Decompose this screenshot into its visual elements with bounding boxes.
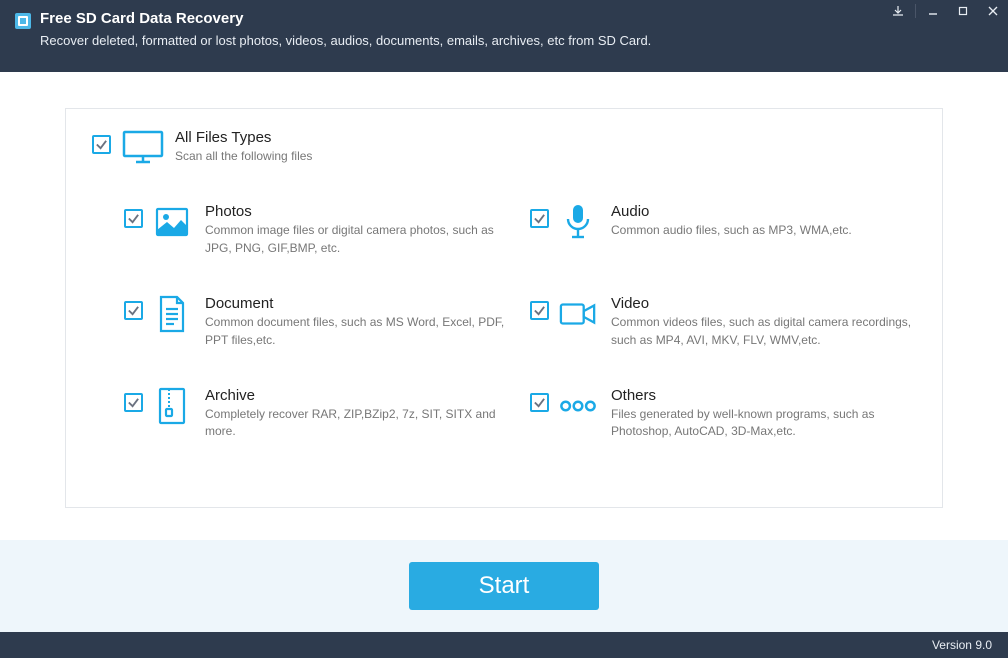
archive-item: Archive Completely recover RAR, ZIP,BZip…: [124, 387, 510, 441]
document-icon: [153, 295, 191, 333]
bottom-bar: Version 9.0: [0, 632, 1008, 658]
file-types-grid: Photos Common image files or digital cam…: [92, 203, 916, 440]
app-subtitle: Recover deleted, formatted or lost photo…: [40, 33, 988, 48]
photos-title: Photos: [205, 203, 510, 220]
audio-checkbox[interactable]: [530, 209, 549, 228]
all-files-row: All Files Types Scan all the following f…: [92, 129, 916, 165]
archive-title: Archive: [205, 387, 510, 404]
titlebar: Free SD Card Data Recovery Recover delet…: [0, 0, 1008, 72]
video-title: Video: [611, 295, 916, 312]
microphone-icon: [559, 203, 597, 241]
separator: [915, 4, 916, 18]
video-icon: [559, 295, 597, 333]
content-area: All Files Types Scan all the following f…: [0, 72, 1008, 540]
others-checkbox[interactable]: [530, 393, 549, 412]
video-checkbox[interactable]: [530, 301, 549, 320]
archive-desc: Completely recover RAR, ZIP,BZip2, 7z, S…: [205, 406, 510, 441]
others-desc: Files generated by well-known programs, …: [611, 406, 916, 441]
all-files-desc: Scan all the following files: [175, 148, 916, 165]
others-item: Others Files generated by well-known pro…: [530, 387, 916, 441]
photos-desc: Common image files or digital camera pho…: [205, 222, 510, 257]
document-desc: Common document files, such as MS Word, …: [205, 314, 510, 349]
audio-desc: Common audio files, such as MP3, WMA,etc…: [611, 222, 916, 239]
maximize-button[interactable]: [948, 0, 978, 22]
all-files-checkbox[interactable]: [92, 135, 111, 154]
window-controls: [883, 0, 1008, 22]
app-icon: [14, 12, 32, 30]
audio-item: Audio Common audio files, such as MP3, W…: [530, 203, 916, 257]
photos-item: Photos Common image files or digital cam…: [124, 203, 510, 257]
others-title: Others: [611, 387, 916, 404]
audio-title: Audio: [611, 203, 916, 220]
photo-icon: [153, 203, 191, 241]
footer: Start: [0, 540, 1008, 632]
others-icon: [559, 387, 597, 425]
archive-icon: [153, 387, 191, 425]
video-item: Video Common videos files, such as digit…: [530, 295, 916, 349]
monitor-icon: [121, 129, 165, 165]
minimize-button[interactable]: [918, 0, 948, 22]
document-item: Document Common document files, such as …: [124, 295, 510, 349]
document-checkbox[interactable]: [124, 301, 143, 320]
photos-checkbox[interactable]: [124, 209, 143, 228]
download-button[interactable]: [883, 0, 913, 22]
document-title: Document: [205, 295, 510, 312]
start-button[interactable]: Start: [409, 562, 599, 610]
all-files-title: All Files Types: [175, 129, 916, 146]
file-types-panel: All Files Types Scan all the following f…: [65, 108, 943, 508]
archive-checkbox[interactable]: [124, 393, 143, 412]
app-title: Free SD Card Data Recovery: [40, 10, 988, 27]
close-button[interactable]: [978, 0, 1008, 22]
version-label: Version 9.0: [932, 638, 992, 652]
video-desc: Common videos files, such as digital cam…: [611, 314, 916, 349]
